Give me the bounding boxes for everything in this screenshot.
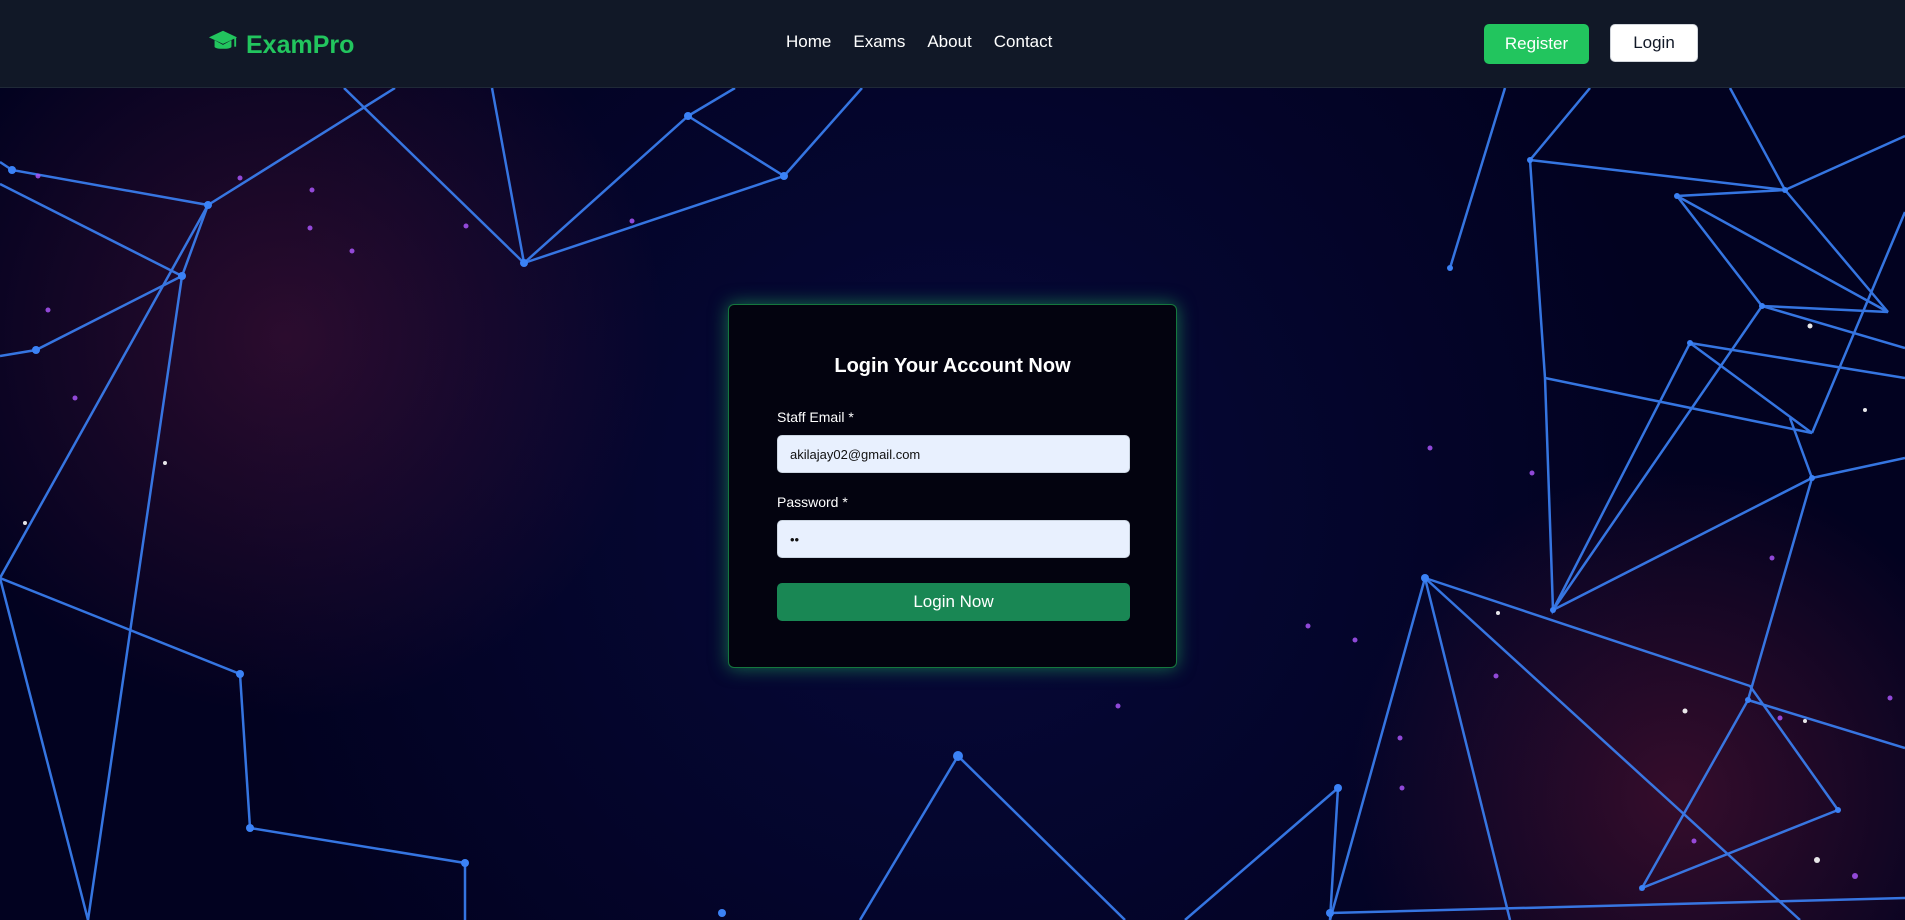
password-label: Password * xyxy=(777,494,848,510)
login-now-button[interactable]: Login Now xyxy=(777,583,1130,621)
register-button[interactable]: Register xyxy=(1484,24,1589,64)
nav-link-home[interactable]: Home xyxy=(786,32,831,52)
email-label: Staff Email * xyxy=(777,409,854,425)
top-navbar: ExamPro Home Exams About Contact Registe… xyxy=(0,0,1905,88)
password-field[interactable] xyxy=(777,520,1130,558)
login-button[interactable]: Login xyxy=(1610,24,1698,62)
email-field[interactable] xyxy=(777,435,1130,473)
nav-link-exams[interactable]: Exams xyxy=(853,32,905,52)
login-card-title: Login Your Account Now xyxy=(834,355,1071,377)
nav-link-contact[interactable]: Contact xyxy=(994,32,1053,52)
brand-name: ExamPro xyxy=(246,30,355,59)
nav-links: Home Exams About Contact xyxy=(786,32,1052,52)
brand-logo[interactable]: ExamPro xyxy=(208,28,354,62)
login-card: Login Your Account Now Staff Email * Pas… xyxy=(728,304,1177,668)
graduation-cap-icon xyxy=(208,27,238,64)
nav-link-about[interactable]: About xyxy=(927,32,971,52)
